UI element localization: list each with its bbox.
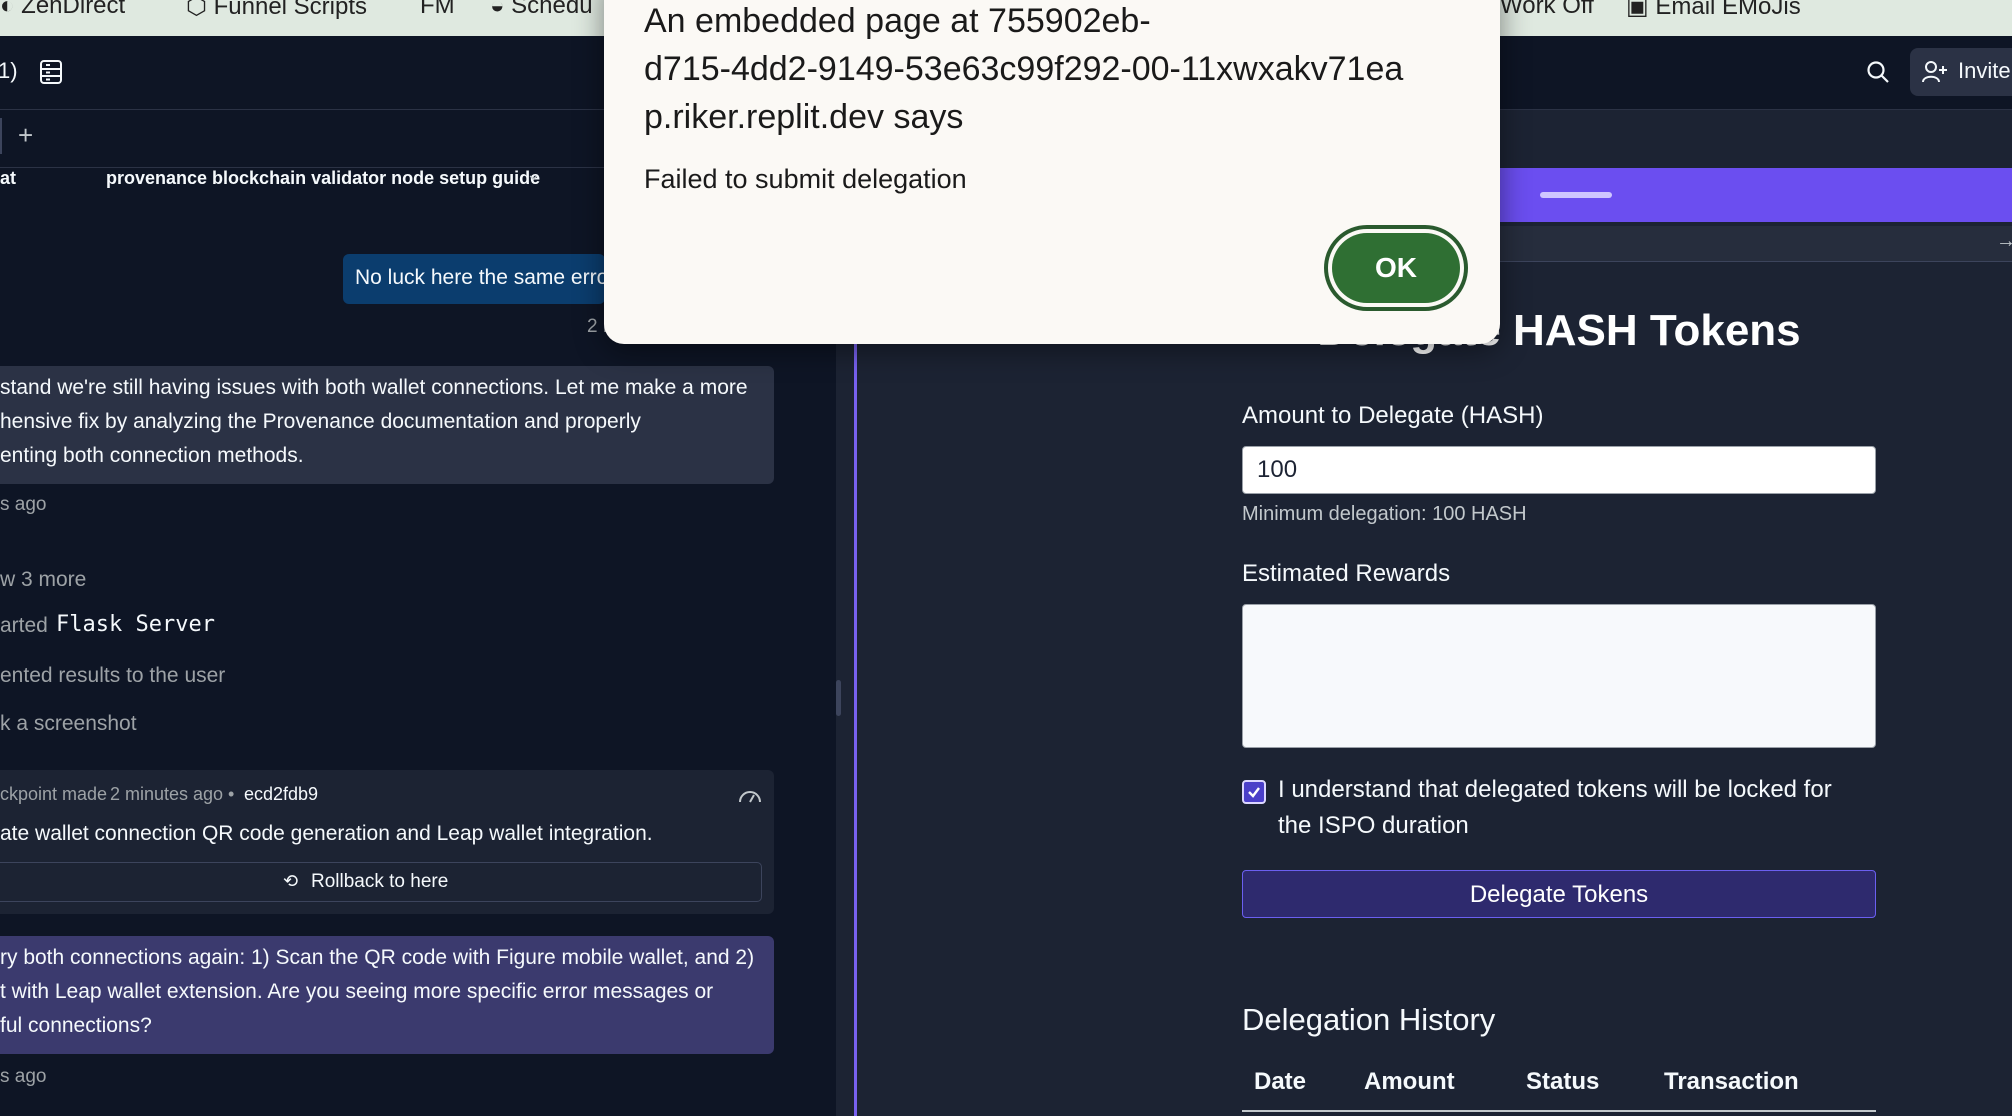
checkbox-text-line-2: the ISPO duration bbox=[1278, 812, 1469, 839]
webview-toolbar bbox=[1498, 168, 2012, 222]
rollback-icon: ⟲ bbox=[283, 871, 299, 891]
cube-icon: ⬡ bbox=[186, 0, 214, 20]
bookmark-fm[interactable]: FM bbox=[420, 0, 455, 20]
dialog-title-line-3: p.riker.replit.dev says bbox=[644, 98, 964, 136]
amount-label: Amount to Delegate (HASH) bbox=[1242, 402, 1544, 429]
topbar-fragment: 1) bbox=[0, 58, 18, 83]
search-icon[interactable] bbox=[1866, 60, 1890, 84]
col-status: Status bbox=[1526, 1068, 1600, 1095]
checkpoint-time: 2 minutes ago bbox=[110, 784, 224, 804]
ai-message-1-line-2: hensive fix by analyzing the Provenance … bbox=[0, 410, 641, 433]
ai-message-1-line-1: stand we're still having issues with bot… bbox=[0, 376, 748, 399]
dialog-title-line-2: d715-4dd2-9149-53e63c99f292-00-11xwxakv7… bbox=[644, 50, 1404, 88]
check-icon bbox=[1248, 787, 1260, 798]
chat-panel: No luck here the same error 2 minutes ag… bbox=[0, 208, 836, 1116]
lock-checkbox[interactable] bbox=[1242, 780, 1266, 804]
rollback-button[interactable]: ⟲ Rollback to here bbox=[0, 862, 762, 902]
tab-divider bbox=[0, 118, 2, 154]
bookmark-work-off[interactable]: Work Off bbox=[1500, 0, 1594, 20]
database-icon[interactable] bbox=[40, 60, 62, 84]
ai-message-1: stand we're still having issues with bot… bbox=[0, 366, 774, 484]
invite-label: Invite bbox=[1958, 58, 2011, 83]
col-date: Date bbox=[1254, 1068, 1307, 1095]
bookmark-schedule[interactable]: ◒ Schedule bbox=[490, 0, 594, 20]
splitter-grip[interactable] bbox=[836, 680, 841, 716]
email-icon: ▣ bbox=[1626, 0, 1656, 20]
delegate-tokens-button[interactable]: Delegate Tokens bbox=[1242, 870, 1876, 918]
drag-handle[interactable] bbox=[1540, 192, 1612, 198]
bookmark-email-emojis[interactable]: ▣ Email EMoJis bbox=[1626, 0, 1801, 21]
checkpoint-hash[interactable]: ecd2fdb9 bbox=[244, 784, 318, 805]
checkpoint-separator: • bbox=[228, 784, 235, 804]
action-presented: ented results to the user bbox=[0, 664, 226, 687]
action-started-label: arted bbox=[0, 614, 48, 637]
new-tab-icon[interactable]: + bbox=[18, 120, 33, 151]
ai-message-2-line-1: ry both connections again: 1) Scan the Q… bbox=[0, 946, 755, 969]
ai-message-1-time: s ago bbox=[0, 494, 47, 515]
gauge-icon[interactable] bbox=[738, 786, 762, 806]
action-started-code: Flask Server bbox=[56, 612, 215, 637]
zendirect-icon: ◐ bbox=[0, 0, 22, 19]
add-user-icon bbox=[1922, 61, 1947, 83]
col-transaction: Transaction bbox=[1664, 1068, 1799, 1095]
history-table-header: Date Amount Status Transaction bbox=[1242, 1064, 1876, 1112]
checkpoint-label: ckpoint made bbox=[0, 784, 108, 804]
ok-label: OK bbox=[1332, 233, 1460, 303]
schedule-icon: ◒ bbox=[490, 0, 512, 19]
checkbox-text-line-1: I understand that delegated tokens will … bbox=[1278, 776, 1832, 803]
rewards-label: Estimated Rewards bbox=[1242, 560, 1451, 587]
chat-tab-fragment[interactable]: at bbox=[0, 168, 16, 189]
show-more-link[interactable]: w 3 more bbox=[0, 568, 86, 592]
ok-button[interactable]: OK bbox=[1324, 225, 1468, 311]
user-message-text: No luck here the same error bbox=[355, 266, 605, 289]
min-delegation-note: Minimum delegation: 100 HASH bbox=[1242, 503, 1527, 525]
bookmark-zendirect[interactable]: ◐ ZenDirect bbox=[0, 0, 125, 20]
user-message-bubble: No luck here the same error bbox=[343, 254, 605, 304]
rewards-field bbox=[1242, 604, 1876, 748]
ai-message-2-line-3: ful connections? bbox=[0, 1014, 152, 1037]
col-amount: Amount bbox=[1364, 1068, 1455, 1095]
webview-url-row: → bbox=[1498, 226, 2012, 262]
rollback-label: Rollback to here bbox=[311, 871, 449, 892]
ai-message-2-line-2: t with Leap wallet extension. Are you se… bbox=[0, 980, 714, 1003]
chat-title[interactable]: provenance blockchain validator node set… bbox=[106, 168, 540, 189]
bookmark-funnel-scripts[interactable]: ⬡ Funnel Scripts bbox=[186, 0, 367, 21]
checkpoint-description: ate wallet connection QR code generation… bbox=[0, 822, 653, 845]
chevron-down-icon[interactable]: ⌄ bbox=[526, 164, 541, 185]
dialog-title-line-1: An embedded page at 755902eb- bbox=[644, 2, 1151, 40]
ai-message-2: ry both connections again: 1) Scan the Q… bbox=[0, 936, 774, 1054]
invite-button[interactable]: Invite bbox=[1910, 48, 2012, 96]
delegate-tokens-label: Delegate Tokens bbox=[1469, 881, 1649, 908]
checkpoint-card: ckpoint made 2 minutes ago • ecd2fdb9 at… bbox=[0, 770, 774, 914]
ai-message-2-time: s ago bbox=[0, 1066, 47, 1087]
amount-value: 100 bbox=[1257, 456, 1298, 483]
ai-message-1-line-3: enting both connection methods. bbox=[0, 444, 304, 467]
history-heading: Delegation History bbox=[1242, 1002, 1496, 1037]
dialog-message: Failed to submit delegation bbox=[644, 164, 967, 194]
action-screenshot: k a screenshot bbox=[0, 712, 137, 735]
amount-input[interactable]: 100 bbox=[1242, 446, 1876, 494]
arrow-right-icon[interactable]: → bbox=[1996, 230, 2012, 253]
